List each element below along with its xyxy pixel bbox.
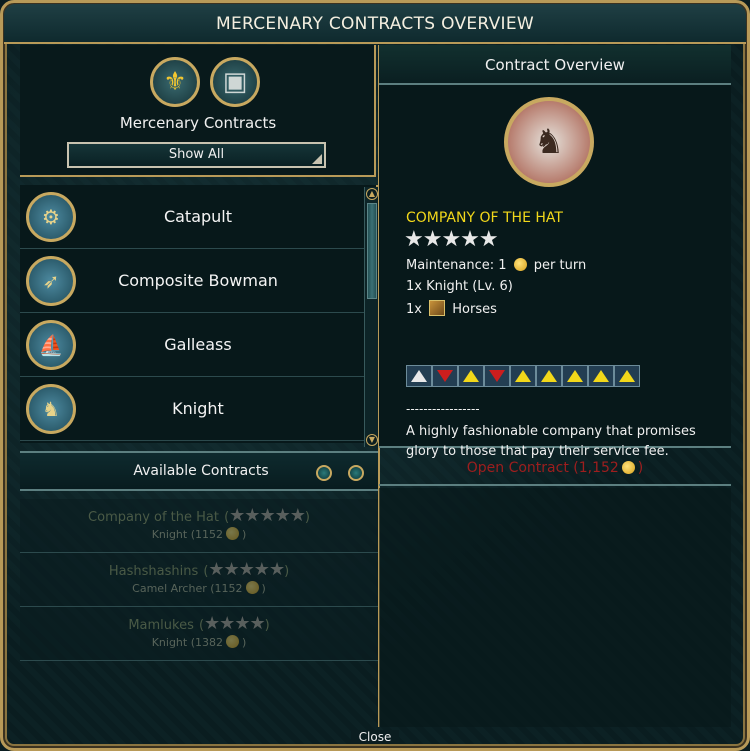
contract-name: Mamlukes	[128, 618, 194, 633]
contract-item[interactable]: Mamlukes (★★★★) Knight (1382)	[20, 607, 378, 661]
unit-name: Catapult	[163, 207, 233, 226]
promotion-badge[interactable]	[536, 365, 562, 387]
close-button[interactable]: Close	[350, 730, 400, 744]
gold-coin-icon	[513, 258, 527, 271]
contract-item[interactable]: Hashshashins (★★★★★) Camel Archer (1152)	[20, 553, 378, 607]
unit-list: ⚙ Catapult ➶ Composite Bowman ⛵ Galleass…	[20, 185, 378, 443]
unit-line: 1x Knight (Lv. 6)	[406, 279, 513, 294]
resource-prefix: 1x	[406, 302, 422, 317]
mercenary-contracts-title: Mercenary Contracts	[119, 114, 277, 132]
promotion-badge[interactable]	[484, 365, 510, 387]
maintenance-suffix: per turn	[533, 258, 587, 273]
right-column: Contract Overview ♞ COMPANY OF THE HAT ★…	[379, 45, 731, 727]
contract-unit-close: )	[242, 636, 247, 649]
resource-name: Horses	[452, 302, 497, 317]
gold-coin-icon	[245, 581, 259, 594]
unit-list-scrollbar[interactable]: ▲ ▼	[364, 187, 378, 447]
contract-stars: ★★★★★	[208, 559, 285, 580]
mercenary-emblem-icon[interactable]: ⚜	[150, 57, 200, 107]
company-stars: ★★★★★	[404, 227, 499, 252]
maintenance-line: Maintenance: 1 per turn	[406, 258, 586, 273]
contract-stars: ★★★★★	[229, 505, 306, 526]
promotion-badge[interactable]	[562, 365, 588, 387]
separator-dashes: -----------------	[406, 402, 480, 416]
unit-row-galleass[interactable]: ⛵ Galleass	[20, 313, 376, 377]
unit-name: Galleass	[164, 335, 232, 354]
contract-unit-close: )	[261, 582, 266, 595]
contract-name: Hashshashins	[108, 564, 199, 579]
unit-name: Knight	[172, 399, 224, 418]
unit-row-composite-bowman[interactable]: ➶ Composite Bowman	[20, 249, 376, 313]
contract-name: Company of the Hat	[88, 510, 219, 525]
contract-paren-close: )	[304, 510, 310, 525]
contract-unit-cost: Knight (1152	[151, 528, 223, 541]
gold-coin-icon	[226, 527, 239, 540]
knight-portrait-icon: ♞	[26, 384, 76, 434]
right-empty-panel	[379, 488, 731, 727]
unit-name: Composite Bowman	[118, 271, 278, 290]
treasure-chest-icon[interactable]: ▣	[210, 57, 260, 107]
contract-overview-header: Contract Overview	[379, 45, 731, 85]
promotion-badge[interactable]	[458, 365, 484, 387]
promotion-badge[interactable]	[510, 365, 536, 387]
unit-row-catapult[interactable]: ⚙ Catapult	[20, 185, 376, 249]
contract-unit-cost: Camel Archer (1152	[132, 582, 243, 595]
show-all-dropdown[interactable]: Show All	[67, 142, 326, 168]
contract-paren-close: )	[284, 564, 290, 579]
available-contracts-header: Available Contracts	[20, 451, 378, 491]
contract-unit-cost: Knight (1382	[151, 636, 223, 649]
left-column: ⚜ ▣ Mercenary Contracts Show All ⚙ Catap…	[20, 45, 378, 727]
close-bar: Close	[0, 727, 750, 747]
galleass-portrait-icon: ⛵	[26, 320, 76, 370]
unit-row-knight[interactable]: ♞ Knight	[20, 377, 376, 441]
gold-coin-icon	[226, 635, 239, 648]
open-contract-label: Open Contract (1,152	[466, 460, 619, 476]
scroll-down-icon[interactable]: ▼	[366, 434, 378, 446]
contracts-list: Company of the Hat (★★★★★) Knight (1152)…	[20, 499, 378, 719]
contract-stars: ★★★★	[204, 613, 266, 634]
scroll-up-icon[interactable]: ▲	[366, 188, 378, 200]
promotion-badge[interactable]	[432, 365, 458, 387]
maintenance-text: Maintenance: 1	[406, 258, 507, 273]
bowman-portrait-icon: ➶	[26, 256, 76, 306]
promotion-badge[interactable]	[614, 365, 640, 387]
knight-portrait-icon: ♞	[504, 97, 594, 187]
contract-unit-close: )	[242, 528, 247, 541]
scroll-thumb[interactable]	[367, 203, 377, 299]
promotion-badge[interactable]	[406, 365, 432, 387]
catapult-portrait-icon: ⚙	[26, 192, 76, 242]
mercenary-header: ⚜ ▣ Mercenary Contracts Show All	[20, 45, 376, 177]
horses-resource-icon	[429, 300, 446, 316]
window-title: MERCENARY CONTRACTS OVERVIEW	[4, 4, 746, 44]
open-contract-button[interactable]: Open Contract (1,152)	[379, 450, 731, 486]
gold-coin-icon	[621, 461, 635, 474]
contract-overview-body: ♞ COMPANY OF THE HAT ★★★★★ Maintenance: …	[379, 85, 731, 459]
contract-paren-close: )	[264, 618, 270, 633]
page-dot-2[interactable]	[348, 465, 364, 481]
open-contract-close: )	[637, 460, 644, 476]
promotion-badge[interactable]	[588, 365, 614, 387]
page-dot-1[interactable]	[316, 465, 332, 481]
resource-line: 1x Horses	[406, 300, 497, 317]
promotion-badges	[406, 365, 640, 387]
company-name: COMPANY OF THE HAT	[406, 210, 563, 226]
contract-item[interactable]: Company of the Hat (★★★★★) Knight (1152)	[20, 499, 378, 553]
